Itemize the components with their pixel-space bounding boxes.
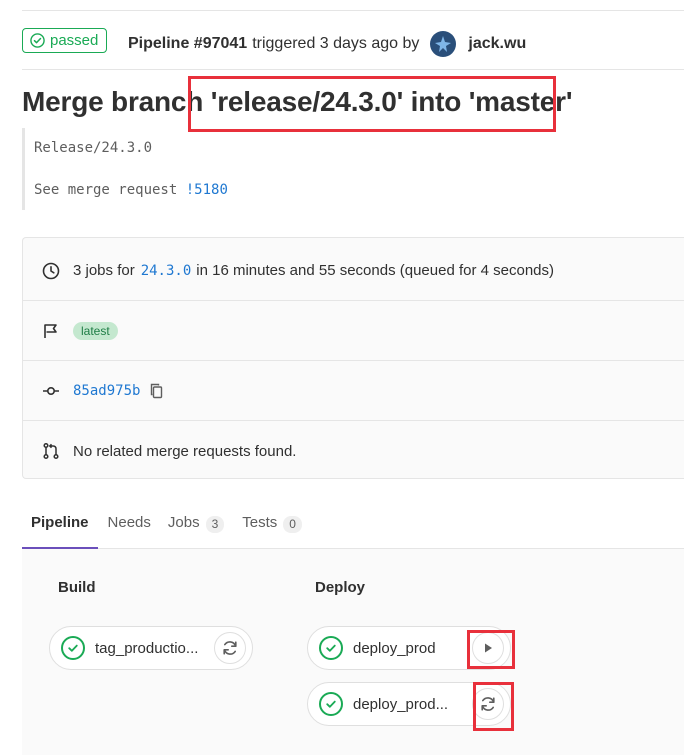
highlight-box xyxy=(473,682,514,731)
jobs-prefix: 3 jobs for xyxy=(73,262,135,279)
ref-link[interactable]: 24.3.0 xyxy=(141,263,192,279)
info-row-badges: latest xyxy=(23,301,684,361)
job-tag-production[interactable]: tag_productio... xyxy=(49,626,253,670)
retry-icon xyxy=(221,639,239,657)
info-row-jobs: 3 jobs for 24.3.0 in 16 minutes and 55 s… xyxy=(23,241,684,301)
job-name: deploy_prod... xyxy=(353,695,449,713)
merge-requests-text: No related merge requests found. xyxy=(73,442,297,460)
stage-deploy-title: Deploy xyxy=(315,579,366,596)
merge-request-link[interactable]: !5180 xyxy=(186,182,228,198)
merge-request-prefix: See merge request xyxy=(34,182,178,198)
header-divider xyxy=(22,69,684,70)
tab-jobs[interactable]: Jobs 3 xyxy=(151,505,225,549)
tab-pipeline[interactable]: Pipeline xyxy=(22,505,98,549)
check-circle-icon xyxy=(30,33,45,48)
commit-sha-link[interactable]: 85ad975b xyxy=(73,383,140,399)
check-circle-icon xyxy=(61,636,85,660)
tab-needs-label: Needs xyxy=(107,514,151,531)
status-label: passed xyxy=(50,32,99,49)
latest-badge: latest xyxy=(73,321,118,340)
clock-icon xyxy=(41,261,61,281)
description-quote-bar xyxy=(22,128,25,210)
highlight-box xyxy=(188,76,556,132)
top-divider xyxy=(22,10,684,11)
pipeline-tabs: Pipeline Needs Jobs 3 Tests 0 xyxy=(22,505,684,549)
merge-request-icon xyxy=(41,441,61,461)
job-name: deploy_prod xyxy=(353,639,436,657)
tests-count-badge: 0 xyxy=(283,516,302,533)
commit-icon xyxy=(41,381,61,401)
highlight-box xyxy=(467,630,515,669)
flag-icon xyxy=(41,321,61,341)
stage-build-title: Build xyxy=(58,579,96,596)
pipeline-info-card: 3 jobs for 24.3.0 in 16 minutes and 55 s… xyxy=(22,237,684,479)
tab-tests-label: Tests xyxy=(242,514,278,531)
user-name-link[interactable]: jack.wu xyxy=(468,35,526,53)
pipeline-meta: Pipeline #97041 triggered 3 days ago by … xyxy=(128,31,526,57)
check-circle-icon xyxy=(319,692,343,716)
copy-icon[interactable] xyxy=(150,383,164,399)
tab-tests[interactable]: Tests 0 xyxy=(224,505,302,549)
pipeline-id: Pipeline #97041 xyxy=(128,35,248,52)
retry-button[interactable] xyxy=(214,632,246,664)
commit-description: Release/24.3.0 xyxy=(34,140,153,156)
pipeline-graph: Build Deploy tag_productio... deploy_pro… xyxy=(22,549,684,755)
jobs-count-badge: 3 xyxy=(205,516,225,533)
tab-jobs-label: Jobs xyxy=(167,514,200,531)
check-circle-icon xyxy=(319,636,343,660)
job-name: tag_productio... xyxy=(95,639,199,657)
status-badge[interactable]: passed xyxy=(22,28,108,53)
tab-needs[interactable]: Needs xyxy=(98,505,151,549)
tab-pipeline-label: Pipeline xyxy=(31,514,89,531)
merge-request-line: See merge request !5180 xyxy=(34,182,228,198)
jobs-suffix: in 16 minutes and 55 seconds (queued for… xyxy=(196,262,555,279)
info-row-commit: 85ad975b xyxy=(23,361,684,421)
triggered-text: triggered 3 days ago by xyxy=(252,35,420,52)
avatar[interactable] xyxy=(430,31,457,57)
info-row-merge-requests: No related merge requests found. xyxy=(23,421,684,481)
